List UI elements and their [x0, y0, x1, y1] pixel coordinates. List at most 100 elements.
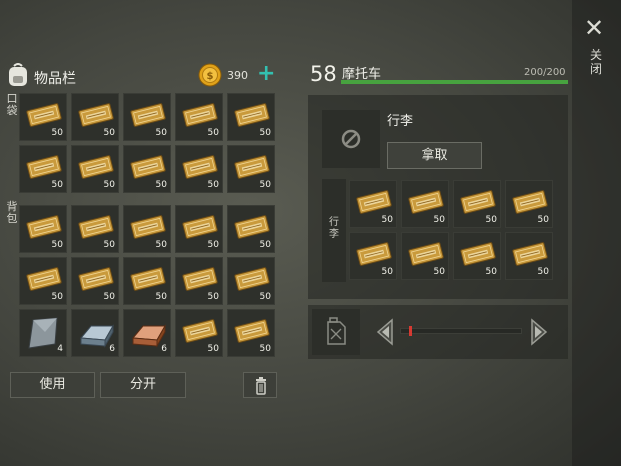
- item-count: 50: [381, 215, 393, 225]
- vehicle-level: 58: [310, 62, 337, 86]
- item-count: 6: [161, 344, 167, 354]
- inventory-slot[interactable]: 50: [175, 145, 223, 193]
- inventory-slot[interactable]: 50: [71, 145, 119, 193]
- item-count: 50: [207, 240, 219, 250]
- luggage-side-tab: 行李: [322, 179, 346, 282]
- item-count: 50: [103, 128, 115, 138]
- item-count: 50: [207, 180, 219, 190]
- luggage-slot-empty[interactable]: [322, 110, 380, 168]
- item-count: 50: [207, 344, 219, 354]
- inventory-slot[interactable]: 50: [123, 205, 171, 253]
- coin-icon: $: [198, 63, 222, 87]
- item-count: 50: [207, 128, 219, 138]
- inventory-slot[interactable]: 50: [505, 180, 553, 228]
- inventory-slot[interactable]: 50: [227, 309, 275, 357]
- trash-icon: [244, 377, 278, 403]
- inventory-slot[interactable]: 50: [175, 205, 223, 253]
- inventory-slot[interactable]: 50: [19, 257, 67, 305]
- item-count: 50: [259, 180, 271, 190]
- blocked-icon: [322, 129, 380, 172]
- inventory-slot[interactable]: 50: [123, 145, 171, 193]
- item-count: 50: [51, 240, 63, 250]
- item-count: 50: [433, 267, 445, 277]
- item-count: 50: [433, 215, 445, 225]
- inventory-slot[interactable]: 50: [123, 257, 171, 305]
- inventory-slot[interactable]: 50: [349, 180, 397, 228]
- item-count: 50: [381, 267, 393, 277]
- inventory-slot[interactable]: 50: [453, 180, 501, 228]
- backpack-icon: [6, 62, 30, 88]
- item-count: 6: [109, 344, 115, 354]
- close-button[interactable]: ✕: [584, 16, 604, 40]
- inventory-slot[interactable]: 50: [227, 145, 275, 193]
- inventory-slot[interactable]: 50: [19, 145, 67, 193]
- inventory-slot[interactable]: 50: [123, 93, 171, 141]
- item-count: 50: [51, 292, 63, 302]
- fuel-slider-handle[interactable]: [408, 326, 412, 336]
- inventory-slot[interactable]: 50: [227, 205, 275, 253]
- item-count: 50: [51, 128, 63, 138]
- item-count: 50: [207, 292, 219, 302]
- item-count: 50: [537, 215, 549, 225]
- take-button[interactable]: 拿取: [387, 142, 482, 169]
- add-coins-button[interactable]: +: [257, 62, 275, 86]
- pocket-label: 口袋: [6, 92, 18, 117]
- trash-button[interactable]: [243, 372, 277, 398]
- inventory-slot[interactable]: 50: [71, 205, 119, 253]
- inventory-slot[interactable]: 50: [175, 257, 223, 305]
- fuel-can-icon: [312, 317, 360, 359]
- inventory-slot[interactable]: 50: [175, 309, 223, 357]
- fuel-decrease-button[interactable]: [370, 318, 398, 350]
- inventory-slot[interactable]: 50: [401, 232, 449, 280]
- inventory-slot[interactable]: 50: [227, 257, 275, 305]
- vehicle-health-text: 200/200: [524, 67, 566, 78]
- inventory-slot[interactable]: 50: [19, 205, 67, 253]
- inventory-slot[interactable]: 50: [505, 232, 553, 280]
- inventory-slot[interactable]: 50: [175, 93, 223, 141]
- inventory-slot[interactable]: 50: [71, 93, 119, 141]
- coin-count: 390: [227, 69, 248, 82]
- item-count: 50: [259, 344, 271, 354]
- svg-text:$: $: [207, 71, 214, 82]
- fuel-increase-button[interactable]: [526, 318, 554, 350]
- item-count: 50: [51, 180, 63, 190]
- inventory-slot[interactable]: 6: [71, 309, 119, 357]
- split-button[interactable]: 分开: [100, 372, 186, 398]
- close-label[interactable]: 关闭: [589, 48, 603, 76]
- pocket-grid: 50 50 50 50 50 50 50 50 50 50: [19, 93, 275, 193]
- inventory-title: 物品栏: [34, 71, 76, 87]
- item-count: 50: [155, 292, 167, 302]
- arrow-left-icon: [376, 318, 393, 346]
- item-count: 50: [155, 128, 167, 138]
- inventory-slot[interactable]: 50: [19, 93, 67, 141]
- fuel-slot[interactable]: [312, 309, 360, 355]
- inventory-slot[interactable]: 50: [227, 93, 275, 141]
- item-count: 4: [57, 344, 63, 354]
- item-count: 50: [537, 267, 549, 277]
- fuel-slider-track[interactable]: [400, 328, 522, 334]
- item-count: 50: [485, 267, 497, 277]
- item-count: 50: [103, 240, 115, 250]
- item-count: 50: [103, 292, 115, 302]
- backpack-label: 背包: [6, 200, 18, 225]
- backpack-grid: 50 50 50 50 50 50 50 50 50 50 4 6 6 50 50: [19, 205, 275, 357]
- item-count: 50: [259, 292, 271, 302]
- item-count: 50: [155, 240, 167, 250]
- item-count: 50: [259, 240, 271, 250]
- item-count: 50: [259, 128, 271, 138]
- item-count: 50: [155, 180, 167, 190]
- inventory-slot[interactable]: 4: [19, 309, 67, 357]
- inventory-slot[interactable]: 50: [453, 232, 501, 280]
- use-button[interactable]: 使用: [10, 372, 95, 398]
- health-bar-fill: [341, 80, 568, 84]
- item-count: 50: [485, 215, 497, 225]
- arrow-right-icon: [531, 318, 548, 346]
- luggage-grid: 50 50 50 50 50 50 50 50: [349, 180, 553, 280]
- inventory-slot[interactable]: 50: [349, 232, 397, 280]
- inventory-slot[interactable]: 50: [401, 180, 449, 228]
- inventory-header: 物品栏 $ 390 +: [6, 62, 278, 90]
- inventory-slot[interactable]: 50: [71, 257, 119, 305]
- inventory-slot[interactable]: 6: [123, 309, 171, 357]
- luggage-title: 行李: [387, 114, 414, 129]
- luggage-side-label: 行李: [329, 217, 339, 240]
